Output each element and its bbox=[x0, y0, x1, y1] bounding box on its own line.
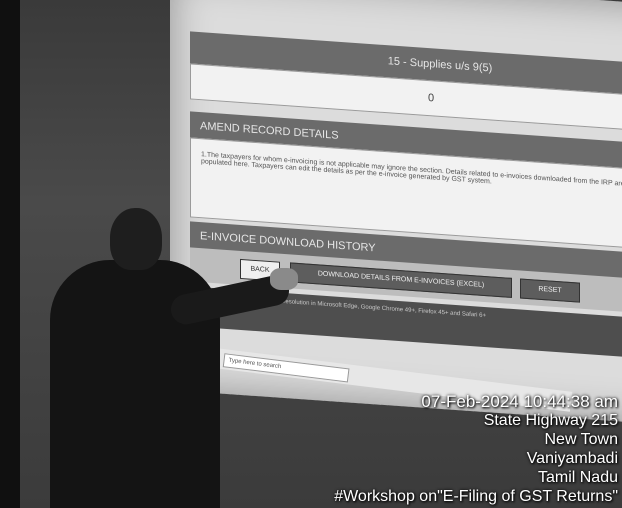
download-einvoice-button[interactable]: DOWNLOAD DETAILS FROM E-INVOICES (EXCEL) bbox=[290, 262, 512, 298]
presenter-silhouette bbox=[40, 200, 298, 508]
count-value: 0 bbox=[427, 92, 435, 105]
amend-heading: AMEND RECORD DETAILS bbox=[200, 120, 339, 142]
presenter-head bbox=[110, 208, 162, 270]
supplies-label: 15 - Supplies u/s 9(5) bbox=[387, 55, 493, 75]
geotag-overlay: 07-Feb-2024 10:44:38 am State Highway 21… bbox=[334, 392, 618, 506]
geotag-city: Vaniyambadi bbox=[526, 450, 618, 467]
geotag-road: State Highway 215 bbox=[483, 412, 618, 429]
geotag-caption: #Workshop on"E-Filing of GST Returns" bbox=[334, 488, 618, 505]
geotag-timestamp: 07-Feb-2024 10:44:38 am bbox=[421, 392, 618, 411]
left-wall-edge bbox=[0, 0, 20, 508]
reset-button[interactable]: RESET bbox=[520, 278, 580, 303]
geotag-area: New Town bbox=[544, 431, 618, 448]
geotag-state: Tamil Nadu bbox=[537, 469, 618, 486]
presenter-hand bbox=[270, 268, 298, 290]
event-photo: 15 - Supplies u/s 9(5) 0 AMEND RECORD DE… bbox=[0, 0, 622, 508]
